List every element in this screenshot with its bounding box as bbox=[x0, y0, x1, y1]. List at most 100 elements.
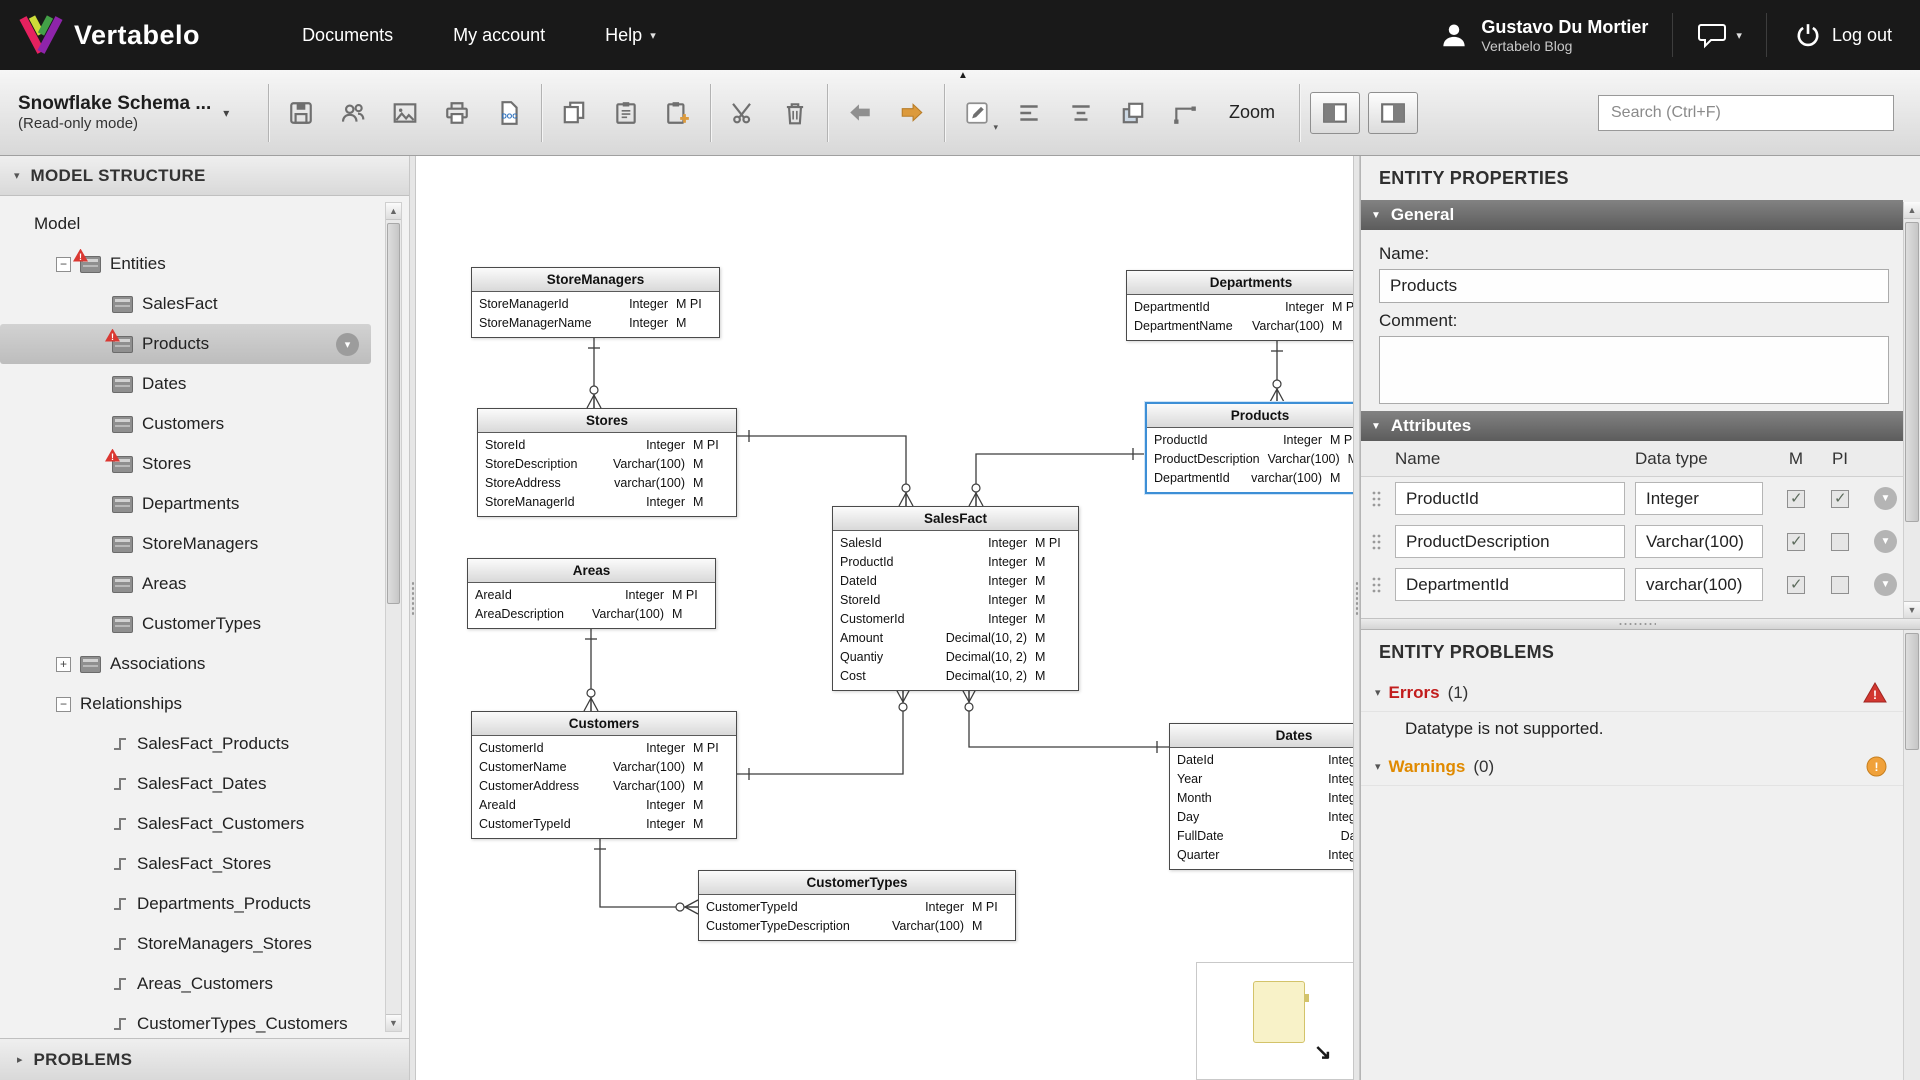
collapse-toggle[interactable]: − bbox=[56, 696, 71, 712]
item-menu-button[interactable]: ▾ bbox=[336, 332, 359, 356]
diagram-entity-salesfact[interactable]: SalesFact SalesId Integer M PI ProductId Inte… bbox=[832, 506, 1079, 691]
sidebar-item-departments[interactable]: Departments bbox=[0, 484, 375, 524]
sidebar-item-customertypes[interactable]: CustomerTypes bbox=[0, 604, 375, 644]
attribute-name-field[interactable]: DepartmentId bbox=[1395, 568, 1625, 601]
diagram-entity-customers[interactable]: Customers CustomerId Integer M PI CustomerNa… bbox=[471, 711, 737, 839]
diagram-entity-customertypes[interactable]: CustomerTypes CustomerTypeId Integer M PI Cu… bbox=[698, 870, 1016, 941]
entity-comment-textarea[interactable] bbox=[1379, 336, 1889, 404]
align-horizontal-button[interactable] bbox=[1006, 90, 1052, 136]
attribute-type-field[interactable]: Varchar(100) bbox=[1635, 525, 1763, 558]
export-doc-button[interactable]: DOC bbox=[486, 90, 532, 136]
delete-button[interactable] bbox=[772, 90, 818, 136]
diagram-entity-products[interactable]: Products ProductId Integer M PI ProductDescr… bbox=[1145, 402, 1353, 494]
warnings-group-header[interactable]: ▾ Warnings (0) ! bbox=[1361, 748, 1903, 786]
mandatory-checkbox[interactable] bbox=[1787, 575, 1805, 594]
attributes-section-header[interactable]: ▼ Attributes bbox=[1361, 411, 1903, 441]
cut-button[interactable] bbox=[720, 90, 766, 136]
sidebar-item-salesfact_customers[interactable]: SalesFact_Customers bbox=[0, 804, 375, 844]
diagram-entity-storemanagers[interactable]: StoreManagers StoreManagerId Integer M PI St… bbox=[471, 267, 720, 338]
sidebar-item-storemanagers[interactable]: StoreManagers bbox=[0, 524, 375, 564]
menu-my-account[interactable]: My account bbox=[423, 0, 575, 70]
sidebar-item-customertypes_customers[interactable]: CustomerTypes_Customers bbox=[0, 1004, 375, 1038]
tree-item-model[interactable]: Model bbox=[0, 204, 375, 244]
home-logo[interactable]: Vertabelo bbox=[0, 14, 210, 56]
zoom-control[interactable]: Zoom bbox=[1229, 102, 1275, 123]
copy-button[interactable] bbox=[551, 90, 597, 136]
sidebar-item-salesfact_products[interactable]: SalesFact_Products bbox=[0, 724, 375, 764]
logout-button[interactable]: Log out bbox=[1767, 0, 1920, 70]
toggle-left-panel-button[interactable] bbox=[1310, 91, 1361, 134]
sidebar-scrollbar[interactable]: ▲ ▼ bbox=[385, 202, 402, 1032]
sidebar-item-customers[interactable]: Customers bbox=[0, 404, 375, 444]
scroll-thumb[interactable] bbox=[1905, 222, 1919, 522]
sidebar-item-areas_customers[interactable]: Areas_Customers bbox=[0, 964, 375, 1004]
sidebar-item-salesfact_dates[interactable]: SalesFact_Dates bbox=[0, 764, 375, 804]
scroll-down-button[interactable]: ▼ bbox=[386, 1014, 401, 1031]
attribute-type-field[interactable]: Integer bbox=[1635, 482, 1763, 515]
scroll-thumb[interactable] bbox=[387, 223, 400, 604]
mandatory-checkbox[interactable] bbox=[1787, 489, 1805, 508]
paste-special-button[interactable] bbox=[655, 90, 701, 136]
sidebar-item-storemanagers_stores[interactable]: StoreManagers_Stores bbox=[0, 924, 375, 964]
mandatory-checkbox[interactable] bbox=[1787, 532, 1805, 551]
attribute-name-field[interactable]: ProductDescription bbox=[1395, 525, 1625, 558]
diagram-entity-dates[interactable]: DatesDateIdIntegerM PIYearIntegerMMonthI… bbox=[1169, 723, 1353, 870]
menu-documents[interactable]: Documents bbox=[272, 0, 423, 70]
drag-handle-icon[interactable] bbox=[1369, 576, 1395, 594]
attribute-name-field[interactable]: ProductId bbox=[1395, 482, 1625, 515]
sidebar-item-dates[interactable]: Dates bbox=[0, 364, 375, 404]
sidebar-item-salesfact[interactable]: SalesFact bbox=[0, 284, 375, 324]
search-input[interactable] bbox=[1598, 94, 1894, 131]
diagram-entity-departments[interactable]: DepartmentsDepartmentIdIntegerM PIDepart… bbox=[1126, 270, 1353, 341]
undo-button[interactable] bbox=[837, 90, 883, 136]
redo-button[interactable] bbox=[889, 90, 935, 136]
expand-toggle[interactable]: + bbox=[56, 656, 71, 672]
left-panel-splitter[interactable] bbox=[409, 156, 416, 1080]
general-section-header[interactable]: ▼ General bbox=[1361, 200, 1903, 230]
user-account-button[interactable]: Gustavo Du Mortier Vertabelo Blog bbox=[1415, 16, 1672, 54]
toolbar-collapse-button[interactable]: ▲ bbox=[950, 70, 976, 84]
attribute-menu-button[interactable]: ▼ bbox=[1874, 573, 1897, 596]
problems-scrollbar[interactable] bbox=[1903, 630, 1920, 1080]
error-message[interactable]: Datatype is not supported. bbox=[1361, 712, 1903, 748]
feedback-button[interactable]: ▾ bbox=[1673, 0, 1766, 70]
export-image-button[interactable] bbox=[382, 90, 428, 136]
diagram-canvas[interactable]: StoreManagers StoreManagerId Integer M PI St… bbox=[416, 156, 1353, 1080]
properties-scrollbar[interactable]: ▲ ▼ bbox=[1903, 202, 1920, 618]
sidebar-item-salesfact_stores[interactable]: SalesFact_Stores bbox=[0, 844, 375, 884]
problems-section-header[interactable]: ▸ PROBLEMS bbox=[0, 1038, 409, 1080]
tree-item-associations[interactable]: + Associations bbox=[0, 644, 375, 684]
diagram-entity-areas[interactable]: Areas AreaId Integer M PI AreaDescription Var… bbox=[467, 558, 716, 629]
scroll-up-button[interactable]: ▲ bbox=[1904, 202, 1920, 219]
sidebar-item-products[interactable]: ! Products ▾ bbox=[0, 324, 371, 364]
scroll-down-button[interactable]: ▼ bbox=[1904, 601, 1920, 618]
sidebar-item-departments_products[interactable]: Departments_Products bbox=[0, 884, 375, 924]
errors-group-header[interactable]: ▾ Errors (1) ! bbox=[1361, 674, 1903, 712]
scroll-up-button[interactable]: ▲ bbox=[386, 203, 401, 220]
tree-item-relationships[interactable]: − Relationships bbox=[0, 684, 375, 724]
menu-help[interactable]: Help ▾ bbox=[575, 0, 686, 70]
sidebar-item-areas[interactable]: Areas bbox=[0, 564, 375, 604]
scroll-thumb[interactable] bbox=[1905, 633, 1919, 750]
print-button[interactable] bbox=[434, 90, 480, 136]
collapse-toggle[interactable]: − bbox=[56, 256, 71, 272]
primary-identifier-checkbox[interactable] bbox=[1831, 575, 1849, 594]
primary-identifier-checkbox[interactable] bbox=[1831, 489, 1849, 508]
document-switcher[interactable]: Snowflake Schema ... (Read-only mode) ▾ bbox=[10, 93, 262, 132]
connector-style-button[interactable] bbox=[1162, 90, 1208, 136]
share-button[interactable] bbox=[330, 90, 376, 136]
toggle-right-panel-button[interactable] bbox=[1368, 91, 1419, 134]
primary-identifier-checkbox[interactable] bbox=[1831, 532, 1849, 551]
edit-mode-button[interactable]: ▾ bbox=[954, 90, 1000, 136]
paste-button[interactable] bbox=[603, 90, 649, 136]
bring-forward-button[interactable] bbox=[1110, 90, 1156, 136]
entity-name-input[interactable] bbox=[1379, 269, 1889, 303]
align-vertical-button[interactable] bbox=[1058, 90, 1104, 136]
right-panel-splitter[interactable] bbox=[1353, 156, 1360, 1080]
tree-item-entities[interactable]: − ! Entities bbox=[0, 244, 375, 284]
model-structure-header[interactable]: ▾ MODEL STRUCTURE bbox=[0, 156, 409, 196]
attribute-menu-button[interactable]: ▼ bbox=[1874, 487, 1897, 510]
sidebar-item-stores[interactable]: ! Stores bbox=[0, 444, 375, 484]
save-button[interactable] bbox=[278, 90, 324, 136]
attribute-type-field[interactable]: varchar(100) bbox=[1635, 568, 1763, 601]
